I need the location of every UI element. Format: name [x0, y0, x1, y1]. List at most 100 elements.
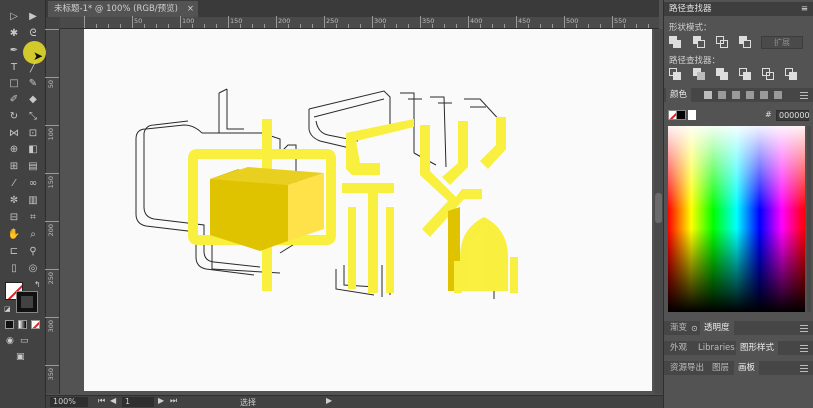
vertical-scroll-thumb[interactable]	[655, 193, 662, 223]
eraser-tool-icon[interactable]: ◆	[26, 93, 40, 107]
type-tool-icon[interactable]: T	[7, 61, 21, 75]
tab-appearance[interactable]: 外观	[666, 341, 691, 355]
swatches-tab-icon[interactable]	[718, 91, 726, 99]
magnifier-icon[interactable]: ◎	[26, 262, 40, 276]
lower-panel-menu-2[interactable]	[800, 345, 808, 352]
slice-tool-icon[interactable]: ⌗	[26, 211, 40, 225]
color-mode-icon[interactable]	[5, 320, 14, 329]
draw-normal-icon[interactable]: ◉	[6, 336, 14, 346]
tab-libraries[interactable]: Libraries	[694, 341, 739, 355]
tab-layers[interactable]: 图层	[708, 361, 733, 375]
tab-transparency[interactable]: 透明度	[700, 321, 734, 335]
mesh-tool-icon[interactable]: ⊞	[7, 160, 21, 174]
color-spectrum[interactable]	[668, 126, 805, 312]
symbol-sprayer-icon[interactable]: ✼	[7, 194, 21, 208]
gradient-tool-icon[interactable]: ▤	[26, 160, 40, 174]
panel-menu-icon[interactable]: ≡	[801, 2, 808, 16]
ruler-origin[interactable]	[46, 17, 60, 29]
status-menu-icon[interactable]: ▶	[326, 396, 332, 405]
merge-icon[interactable]	[716, 68, 729, 80]
crop-image-icon[interactable]: ⊏	[7, 245, 21, 259]
document-tab[interactable]: 未标题-1* @ 100% (RGB/预览) ×	[48, 1, 198, 17]
hex-color-input[interactable]: 000000	[776, 110, 810, 121]
tab-artboards[interactable]: 画板	[734, 361, 760, 375]
next-artboard-icon[interactable]: ▶	[158, 396, 164, 405]
prev-artboard-icon[interactable]: ◀	[110, 396, 116, 405]
last-artboard-icon[interactable]: ⏭	[170, 396, 177, 406]
stroke-swatch[interactable]	[16, 291, 38, 313]
perspective-grid-icon[interactable]: ◧	[26, 143, 40, 157]
shape-builder-icon[interactable]: ⊕	[7, 143, 21, 157]
swap-colors-icon[interactable]: ↰	[34, 280, 41, 289]
horizontal-ruler[interactable]: 50 100 150 200 250 300 350 400 450 500 550	[60, 16, 659, 29]
rotate-tool-icon[interactable]: ↻	[7, 110, 21, 124]
expand-button[interactable]: 扩展	[761, 36, 803, 49]
trim-icon[interactable]	[693, 68, 706, 80]
color-stroke-swatch[interactable]	[676, 110, 686, 120]
minus-back-icon[interactable]	[785, 68, 798, 80]
color-panel-scroll[interactable]	[807, 126, 811, 312]
magic-wand-icon[interactable]: ✱	[7, 27, 21, 41]
divide-icon[interactable]	[669, 68, 682, 80]
ruler-minor-tick	[312, 24, 313, 28]
tab-gradient[interactable]: 渐变	[666, 321, 691, 335]
ruler-major-tick	[45, 269, 59, 270]
default-colors-icon[interactable]: ◪	[4, 305, 11, 313]
brushes-tab-icon[interactable]	[732, 91, 740, 99]
hand-tool-icon[interactable]: ✋	[7, 228, 21, 242]
blend-tool-icon[interactable]: ∞	[26, 177, 40, 191]
selection-tool-icon[interactable]: ▷	[7, 10, 21, 24]
scale-tool-icon[interactable]: ⤡	[26, 110, 40, 124]
white-swatch[interactable]	[688, 110, 696, 120]
outline-icon[interactable]	[762, 68, 775, 80]
none-mode-icon[interactable]	[31, 320, 40, 329]
artboard-number-field[interactable]: 1	[122, 397, 154, 407]
print-tiling-icon[interactable]: ▯	[7, 262, 21, 276]
eyedropper-icon[interactable]: ⁄	[7, 177, 21, 191]
lower-panel-menu-3[interactable]	[800, 365, 808, 372]
tab-color[interactable]: 颜色	[666, 88, 692, 102]
zoom-tool-icon[interactable]: ⌕	[26, 228, 40, 242]
artboard[interactable]	[84, 29, 652, 391]
tab-graphic-styles[interactable]: 图形样式	[736, 341, 779, 355]
stroke-tab-icon[interactable]	[760, 91, 768, 99]
draw-behind-icon[interactable]: ▭	[20, 336, 29, 346]
free-transform-icon[interactable]: ⊡	[26, 127, 40, 141]
vertical-scrollbar[interactable]	[654, 29, 663, 394]
artboard-tool-icon[interactable]: ⊟	[7, 211, 21, 225]
artwork-mid-autumn-lettering[interactable]	[84, 29, 652, 391]
intersect-icon[interactable]	[716, 36, 729, 48]
tab-asset-export[interactable]: 资源导出	[666, 361, 708, 375]
exclude-icon[interactable]	[739, 36, 752, 48]
rectangle-tool-icon[interactable]: □	[7, 77, 21, 91]
lower-panel-menu-1[interactable]	[800, 325, 808, 332]
column-graph-icon[interactable]: ▥	[26, 194, 40, 208]
ruler-label: 50	[134, 17, 143, 25]
unite-icon[interactable]	[669, 36, 682, 48]
crop-icon[interactable]	[739, 68, 752, 80]
close-tab-icon[interactable]: ×	[187, 1, 194, 17]
zoom-level-field[interactable]: 100%	[50, 397, 88, 407]
symbols-tab-icon[interactable]	[746, 91, 754, 99]
color-panel-menu-icon[interactable]	[800, 92, 808, 99]
direct-selection-tool-icon[interactable]: ▶	[26, 10, 40, 24]
color-guide-tab-icon[interactable]	[704, 91, 712, 99]
status-bar: 100% ⏮ ◀ 1 ▶ ⏭ 选择 ▶	[46, 395, 663, 408]
ruler-minor-tick	[540, 24, 541, 28]
gradient-mode-icon[interactable]	[18, 320, 27, 329]
pathfinder-panel-header[interactable]: 路径查找器 ≡	[664, 2, 813, 16]
shaper-tool-icon[interactable]: ✐	[7, 93, 21, 107]
pen-tool-icon[interactable]: ✒	[7, 44, 21, 58]
paint-bucket-icon[interactable]: ⚲	[26, 245, 40, 259]
width-tool-icon[interactable]: ⋈	[7, 127, 21, 141]
paintbrush-tool-icon[interactable]: ✎	[26, 77, 40, 91]
ruler-minor-tick	[144, 24, 145, 28]
minus-front-icon[interactable]	[693, 36, 706, 48]
lasso-tool-icon[interactable]: ᘓ	[26, 27, 40, 41]
vertical-ruler[interactable]: 50 100 150 200 250 300 350	[45, 29, 60, 394]
screen-mode-icon[interactable]: ▣	[16, 352, 25, 362]
first-artboard-icon[interactable]: ⏮	[98, 396, 105, 406]
align-tab-icon[interactable]	[774, 91, 782, 99]
ruler-major-tick	[84, 16, 85, 28]
canvas-area[interactable]	[60, 29, 654, 394]
